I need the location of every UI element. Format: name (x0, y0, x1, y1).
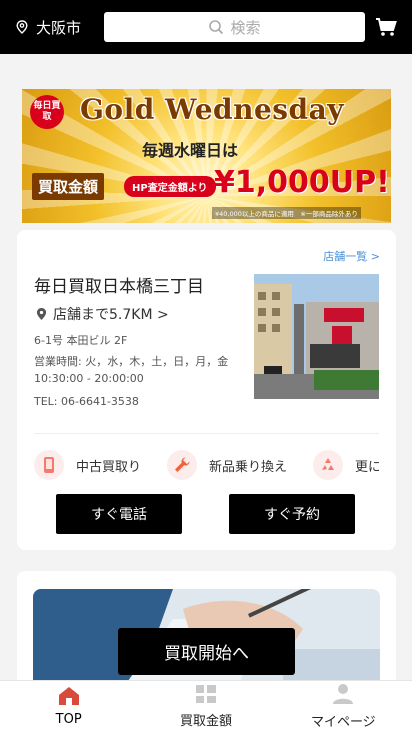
store-divider (34, 433, 379, 434)
tab-label: TOP (55, 711, 82, 727)
service-item-more[interactable]: 更に (313, 450, 379, 480)
tab-label: 買取金額 (179, 713, 232, 729)
location-pin-icon (36, 308, 47, 320)
store-list-link[interactable]: 店舗一覧 > (323, 248, 380, 264)
store-photo (254, 274, 379, 399)
store-name: 毎日買取日本橋三丁目 (34, 277, 204, 297)
banner-price: ¥1,000UP! (214, 165, 390, 200)
search-input[interactable]: 検索 (104, 12, 365, 42)
service-label: 中古買取り (76, 459, 142, 475)
grid-icon (195, 684, 216, 703)
service-label: 新品乗り換え (209, 459, 288, 475)
search-placeholder: 検索 (230, 18, 261, 37)
top-bar: 大阪市 検索 (0, 0, 412, 54)
banner-note: ¥40,000以上の商品に適用 ※一部商品除外あり (212, 207, 361, 219)
home-icon (58, 686, 79, 705)
location-selector[interactable]: 大阪市 (16, 17, 104, 38)
cart-button[interactable] (375, 17, 397, 37)
location-label: 大阪市 (36, 18, 82, 37)
phone-icon (34, 450, 64, 480)
gold-wednesday-banner[interactable]: 毎日買取 Gold Wednesday 毎週水曜日は 買取金額 HP査定金額より… (22, 89, 391, 223)
service-item-used-buyback[interactable]: 中古買取り (34, 450, 141, 480)
banner-subtitle: 毎週水曜日は (142, 141, 239, 160)
banner-tag: HP査定金額より (124, 176, 216, 197)
store-distance-link[interactable]: 店舗まで5.7KM > (36, 304, 169, 324)
reserve-button[interactable]: すぐ予約 (229, 494, 355, 534)
tab-mypage[interactable]: マイページ (275, 681, 412, 731)
start-buyback-button[interactable]: 買取開始へ (118, 628, 295, 675)
location-pin-icon (16, 20, 28, 34)
service-label: 更に (355, 459, 379, 475)
store-hours-days: 営業時間: 火，水，木，土，日，月，金 (34, 355, 229, 368)
store-address: 6-1号 本田ビル 2F (34, 334, 128, 347)
call-button[interactable]: すぐ電話 (56, 494, 182, 534)
store-hours-time: 10:30:00 - 20:00:00 (34, 372, 144, 385)
wrench-icon (167, 450, 198, 480)
tab-label: マイページ (310, 714, 376, 730)
tab-buyback-price[interactable]: 買取金額 (137, 681, 274, 731)
banner-title: Gold Wednesday (80, 93, 345, 126)
recycle-icon (313, 450, 344, 480)
search-icon (209, 20, 224, 35)
bottom-tab-bar: TOP 買取金額 マイページ (0, 680, 412, 731)
store-card: 店舗一覧 > 毎日買取日本橋三丁目 店舗まで5.7KM > 6-1号 本田ビル … (17, 230, 396, 550)
banner-left-label: 買取金額 (32, 173, 105, 200)
cart-icon (376, 18, 397, 36)
tab-top[interactable]: TOP (0, 681, 137, 731)
user-icon (333, 683, 354, 704)
banner-badge: 毎日買取 (30, 95, 64, 129)
store-distance-label: 店舗まで5.7KM > (53, 307, 169, 323)
service-list: 中古買取り 新品乗り換え 更に (34, 450, 379, 480)
store-tel: TEL: 06-6641-3538 (34, 395, 139, 408)
service-item-new-exchange[interactable]: 新品乗り換え (167, 450, 287, 480)
